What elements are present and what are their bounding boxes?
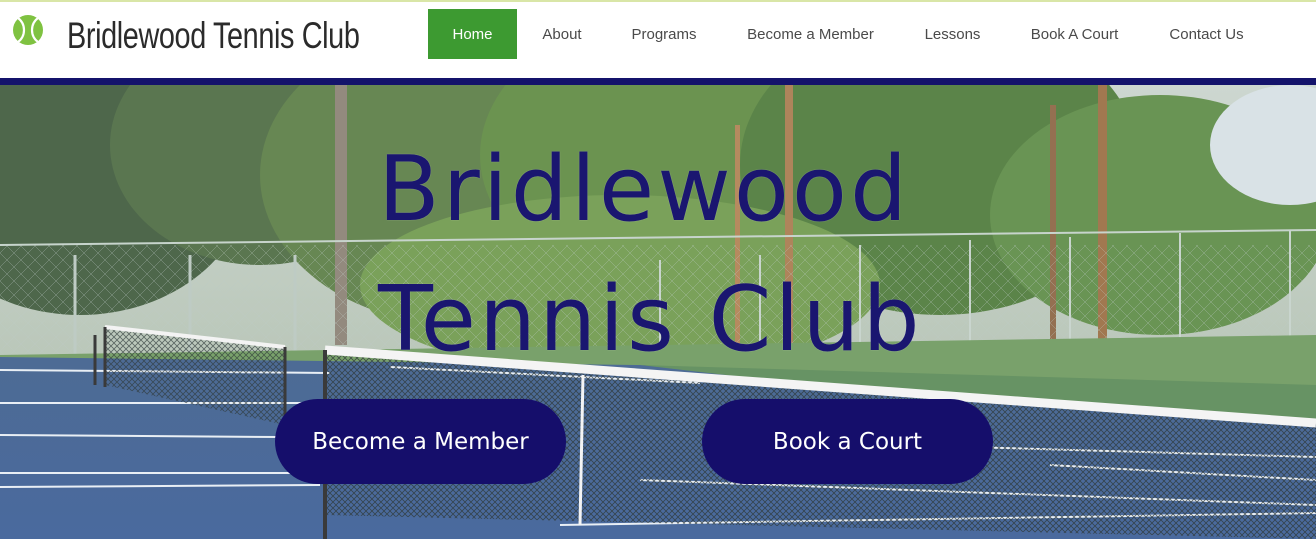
hero-title: Bridlewood Tennis Club bbox=[378, 125, 923, 385]
book-a-court-button[interactable]: Book a Court bbox=[702, 399, 993, 484]
hero-title-line-2: Tennis Club bbox=[378, 267, 923, 372]
main-nav: Home About Programs Become a Member Less… bbox=[428, 9, 1269, 59]
hero-title-line-1: Bridlewood bbox=[378, 137, 911, 242]
nav-item-lessons[interactable]: Lessons bbox=[900, 9, 1005, 59]
nav-item-about[interactable]: About bbox=[517, 9, 607, 59]
nav-item-become-a-member[interactable]: Become a Member bbox=[721, 9, 900, 59]
site-header: Bridlewood Tennis Club Home About Progra… bbox=[0, 2, 1316, 78]
nav-item-programs[interactable]: Programs bbox=[607, 9, 721, 59]
nav-item-book-a-court[interactable]: Book A Court bbox=[1005, 9, 1144, 59]
tennis-ball-icon[interactable] bbox=[12, 14, 44, 46]
site-title[interactable]: Bridlewood Tennis Club bbox=[67, 14, 360, 58]
nav-item-home[interactable]: Home bbox=[428, 9, 517, 59]
header-border bbox=[0, 78, 1316, 85]
nav-item-contact-us[interactable]: Contact Us bbox=[1144, 9, 1269, 59]
become-a-member-button[interactable]: Become a Member bbox=[275, 399, 566, 484]
hero-section: Bridlewood Tennis Club Become a Member B… bbox=[0, 85, 1316, 539]
